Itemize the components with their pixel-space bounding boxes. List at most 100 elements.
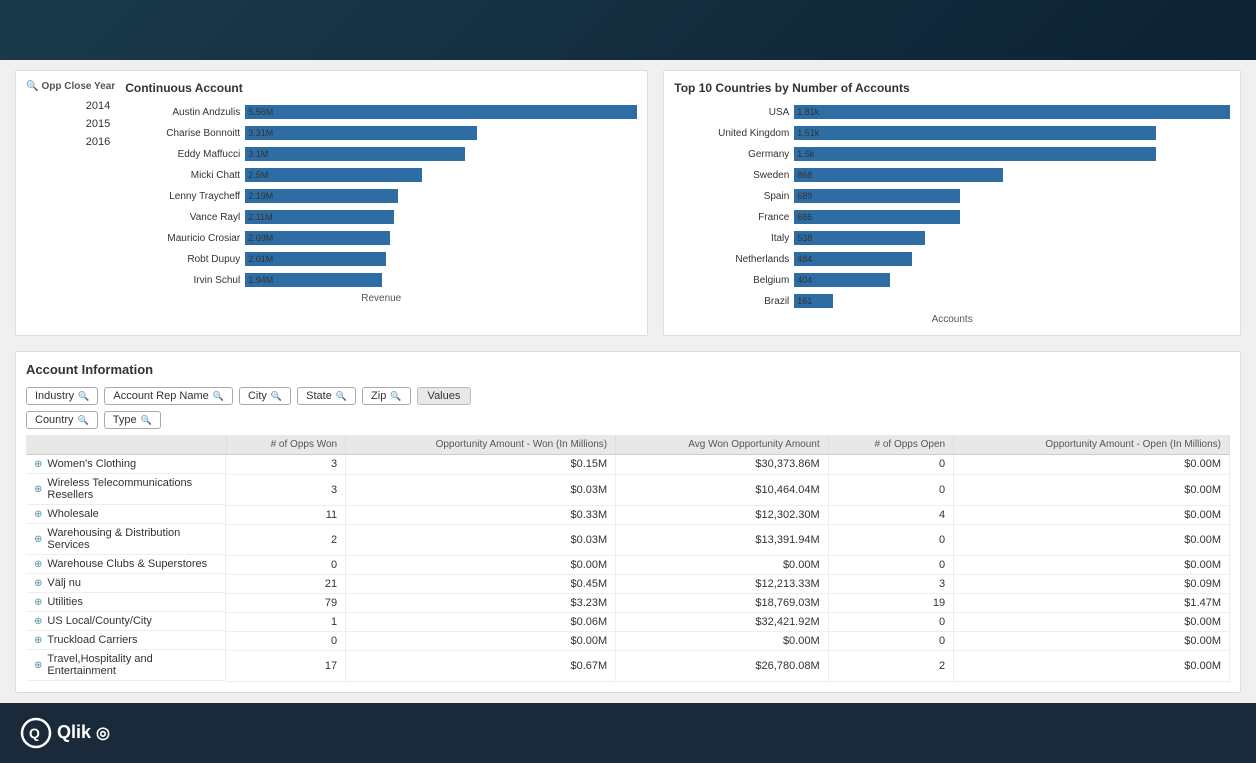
bar-value: 1.5k [797, 149, 814, 159]
bar-fill: 2.11M [245, 210, 394, 224]
col-header-name [26, 435, 226, 455]
table-cell-opps-open: 0 [828, 455, 953, 475]
table-cell-opps-won: 17 [226, 650, 346, 681]
row-expand-icon[interactable]: ⊕ [34, 616, 42, 627]
bar-row: Eddy Maffucci3.1M [125, 145, 637, 163]
table-cell-opps-open: 3 [828, 574, 953, 593]
table-row[interactable]: ⊕Warehouse Clubs & Superstores0$0.00M$0.… [26, 555, 1230, 574]
row-expand-icon[interactable]: ⊕ [34, 578, 42, 589]
bar-value: 2.5M [248, 170, 268, 180]
bar-label: Vance Rayl [125, 212, 245, 223]
table-row[interactable]: ⊕US Local/County/City1$0.06M$32,421.92M0… [26, 612, 1230, 631]
table-header-row: # of Opps Won Opportunity Amount - Won (… [26, 435, 1230, 455]
table-row[interactable]: ⊕Välj nu21$0.45M$12,213.33M3$0.09M [26, 574, 1230, 593]
table-cell-opp-amount-open: $0.00M [954, 650, 1230, 681]
table-row[interactable]: ⊕Wholesale11$0.33M$12,302.30M4$0.00M [26, 505, 1230, 524]
row-name: Välj nu [47, 577, 81, 589]
bar-value: 538 [797, 233, 812, 243]
qlik-icon-symbol: ◎ [96, 723, 110, 743]
table-cell-name: ⊕ Warehousing & Distribution Services [26, 524, 226, 555]
table-row[interactable]: ⊕Utilities79$3.23M$18,769.03M19$1.47M [26, 593, 1230, 612]
table-row[interactable]: ⊕Truckload Carriers0$0.00M$0.00M0$0.00M [26, 631, 1230, 650]
table-row[interactable]: ⊕Travel,Hospitality and Entertainment17$… [26, 650, 1230, 681]
bar-row: Robt Dupuy2.01M [125, 250, 637, 268]
bar-value: 161 [797, 296, 812, 306]
bar-track: 1.81k [794, 105, 1230, 119]
bar-row: Belgium404 [674, 271, 1230, 289]
qlik-logo-svg: Q [20, 717, 52, 749]
bar-value: 1.81k [797, 107, 819, 117]
bar-value: 2.19M [248, 191, 273, 201]
table-cell-avg-won: $0.00M [616, 631, 828, 650]
table-row[interactable]: ⊕Wireless Telecommunications Resellers3$… [26, 474, 1230, 505]
table-cell-opps-won: 3 [226, 455, 346, 475]
bar-track: 1.94M [245, 273, 637, 287]
table-cell-name: ⊕Utilities [26, 593, 226, 612]
table-cell-opp-amount-open: $0.00M [954, 455, 1230, 475]
row-expand-icon[interactable]: ⊕ [34, 559, 42, 570]
row-expand-icon[interactable]: ⊕ [34, 635, 42, 646]
bar-value: 404 [797, 275, 812, 285]
col-header-opp-amount-open: Opportunity Amount - Open (In Millions) [954, 435, 1230, 455]
bar-value: 2.01M [248, 254, 273, 264]
table-cell-opps-open: 2 [828, 650, 953, 681]
top-bar [0, 0, 1256, 60]
filter-city[interactable]: City 🔍 [239, 387, 291, 405]
qlik-logo: Q Qlik ◎ [20, 717, 110, 749]
countries-axis-label: Accounts [674, 314, 1230, 325]
filter-bar-row1: Industry 🔍 Account Rep Name 🔍 City 🔍 Sta… [26, 387, 1230, 405]
row-expand-icon[interactable]: ⊕ [34, 509, 42, 520]
account-info-title: Account Information [26, 362, 1230, 377]
bar-track: 2.01M [245, 252, 637, 266]
year-item-2015[interactable]: 2015 [26, 115, 115, 133]
row-expand-icon[interactable]: ⊕ [34, 534, 42, 545]
table-cell-opps-won: 79 [226, 593, 346, 612]
bar-label: Mauricio Crosiar [125, 233, 245, 244]
bar-value: 686 [797, 212, 812, 222]
table-cell-avg-won: $26,780.08M [616, 650, 828, 681]
filter-type[interactable]: Type 🔍 [104, 411, 161, 429]
row-expand-icon[interactable]: ⊕ [34, 660, 42, 671]
row-expand-icon[interactable]: ⊕ [34, 597, 42, 608]
table-cell-opp-amount-open: $0.00M [954, 505, 1230, 524]
table-cell-opp-amount-won: $3.23M [346, 593, 616, 612]
continuous-bars: Austin Andzulis5.56MCharise Bonnoitt3.31… [125, 103, 637, 289]
row-name: Truckload Carriers [47, 634, 137, 646]
filter-state[interactable]: State 🔍 [297, 387, 356, 405]
bar-value: 3.1M [248, 149, 268, 159]
bar-row: Micki Chatt2.5M [125, 166, 637, 184]
table-cell-opps-won: 21 [226, 574, 346, 593]
bar-row: Mauricio Crosiar2.09M [125, 229, 637, 247]
year-item-2014[interactable]: 2014 [26, 97, 115, 115]
row-name: Warehousing & Distribution Services [47, 527, 217, 551]
table-row[interactable]: ⊕Women's Clothing3$0.15M$30,373.86M0$0.0… [26, 455, 1230, 475]
table-cell-opp-amount-open: $0.09M [954, 574, 1230, 593]
values-button[interactable]: Values [417, 387, 472, 405]
table-row[interactable]: ⊕Warehousing & Distribution Services2$0.… [26, 524, 1230, 555]
table-cell-opps-won: 2 [226, 524, 346, 555]
bar-label: Germany [674, 149, 794, 160]
bar-fill: 2.19M [245, 189, 398, 203]
row-name: Women's Clothing [47, 458, 136, 470]
bar-fill: 2.09M [245, 231, 390, 245]
table-cell-opps-won: 0 [226, 555, 346, 574]
filter-industry[interactable]: Industry 🔍 [26, 387, 98, 405]
year-item-2016[interactable]: 2016 [26, 133, 115, 151]
bar-track: 868 [794, 168, 1230, 182]
bar-value: 2.11M [248, 212, 272, 222]
bar-track: 1.5k [794, 147, 1230, 161]
bar-label: Eddy Maffucci [125, 149, 245, 160]
top-countries-panel: Top 10 Countries by Number of Accounts U… [663, 70, 1241, 336]
qlik-text: Qlik [57, 722, 91, 743]
row-expand-icon[interactable]: ⊕ [34, 459, 42, 470]
row-expand-icon[interactable]: ⊕ [34, 484, 42, 495]
bar-fill: 686 [794, 210, 960, 224]
table-cell-opps-open: 0 [828, 555, 953, 574]
bar-fill: 5.56M [245, 105, 637, 119]
bar-fill: 2.5M [245, 168, 421, 182]
filter-account-rep[interactable]: Account Rep Name 🔍 [104, 387, 233, 405]
table-cell-avg-won: $30,373.86M [616, 455, 828, 475]
filter-country[interactable]: Country 🔍 [26, 411, 98, 429]
filter-zip[interactable]: Zip 🔍 [362, 387, 411, 405]
bar-label: USA [674, 107, 794, 118]
